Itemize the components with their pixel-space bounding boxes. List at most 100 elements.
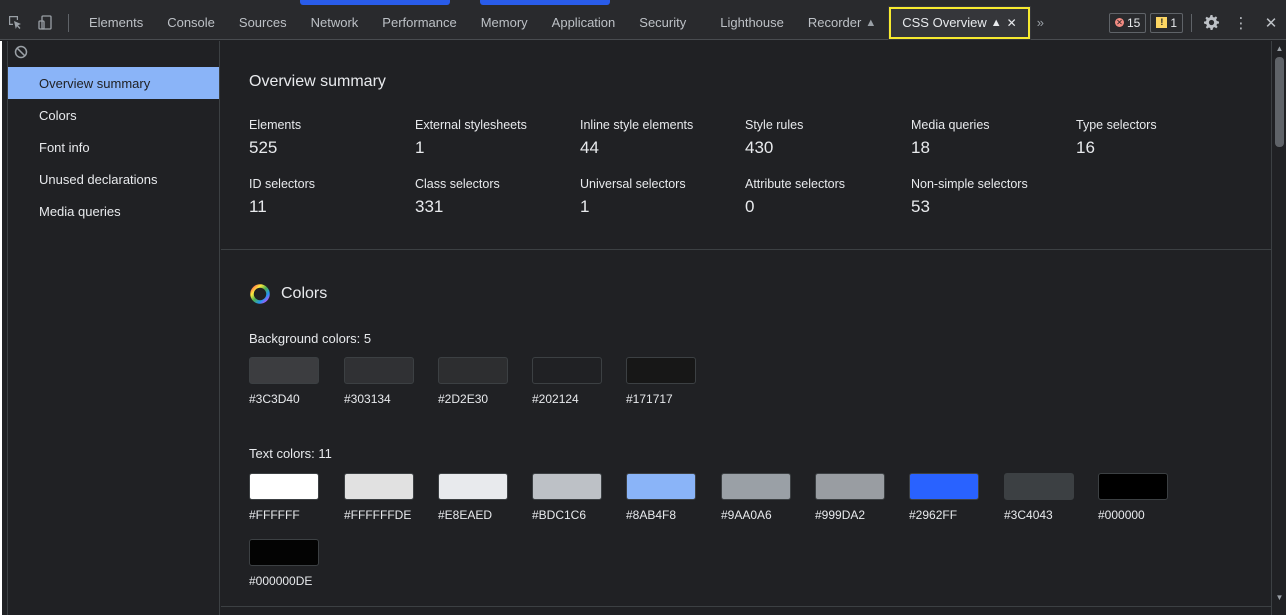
error-icon: ✕: [1114, 18, 1124, 27]
more-options-icon[interactable]: ⋮: [1226, 6, 1256, 40]
tab-recorder[interactable]: Recorder ▲: [796, 6, 888, 40]
color-swatch[interactable]: #202124: [532, 357, 602, 406]
stat-label: External stylesheets: [415, 118, 527, 132]
swatch-hex: #000000DE: [249, 574, 313, 588]
css-overview-main: Overview summary Elements 525 External st…: [221, 41, 1271, 615]
stat-label: Inline style elements: [580, 118, 694, 132]
color-swatch[interactable]: #000000: [1098, 473, 1168, 522]
swatch-box: [721, 473, 791, 500]
tab-security[interactable]: Security: [627, 6, 708, 40]
sidebar-nav: Overview summary Colors Font info Unused…: [8, 67, 219, 227]
stat-type-selectors: Type selectors 16: [1076, 118, 1241, 158]
swatch-hex: #3C3D40: [249, 392, 300, 406]
color-swatch[interactable]: #8AB4F8: [626, 473, 696, 522]
errors-badge[interactable]: ✕ 15: [1108, 12, 1147, 33]
tab-lighthouse[interactable]: Lighthouse: [708, 6, 796, 40]
swatch-hex: #8AB4F8: [626, 508, 677, 522]
swatch-box: [249, 473, 319, 500]
top-strip-highlight: [480, 0, 610, 5]
swatch-box: [532, 357, 602, 384]
warning-icon: !: [1156, 17, 1168, 28]
stat-attribute-selectors: Attribute selectors 0: [745, 177, 910, 217]
swatch-box: [532, 473, 602, 500]
color-swatch[interactable]: #2962FF: [909, 473, 979, 522]
sidebar-item-colors[interactable]: Colors: [8, 99, 219, 131]
clear-overview-icon[interactable]: [14, 45, 28, 59]
tab-application[interactable]: Application: [540, 6, 628, 40]
scrollbar-thumb[interactable]: [1275, 57, 1284, 147]
swatch-hex: #000000: [1098, 508, 1145, 522]
tab-performance[interactable]: Performance: [370, 6, 468, 40]
color-swatch[interactable]: #BDC1C6: [532, 473, 602, 522]
warnings-badge[interactable]: ! 1: [1150, 12, 1183, 33]
tab-sources[interactable]: Sources: [227, 6, 299, 40]
stat-non-simple-selectors: Non-simple selectors 53: [911, 177, 1076, 217]
stat-label: ID selectors: [249, 177, 315, 191]
section-divider: [221, 249, 1271, 250]
inspect-element-icon[interactable]: [0, 6, 30, 40]
more-tabs-icon[interactable]: »: [1031, 15, 1050, 30]
settings-gear-icon[interactable]: [1196, 6, 1226, 40]
experiment-flask-icon: ▲: [865, 16, 877, 29]
experiment-flask-icon: ▲: [990, 16, 1002, 29]
tab-elements[interactable]: Elements: [77, 6, 155, 40]
stat-value: 11: [249, 197, 267, 216]
stat-universal-selectors: Universal selectors 1: [580, 177, 745, 217]
stat-value: 53: [911, 197, 930, 216]
sidebar-item-font-info[interactable]: Font info: [8, 131, 219, 163]
color-swatch[interactable]: #2D2E30: [438, 357, 508, 406]
scroll-up-icon[interactable]: ▲: [1275, 44, 1284, 53]
swatch-box: [626, 473, 696, 500]
colors-section-title: Colors: [281, 285, 328, 302]
text-colors-title: Text colors: 11: [249, 446, 332, 461]
stat-label: Attribute selectors: [745, 177, 846, 191]
color-swatch[interactable]: #FFFFFF: [249, 473, 319, 522]
swatch-box: [438, 357, 508, 384]
scroll-down-icon[interactable]: ▼: [1275, 593, 1284, 602]
stat-style-rules: Style rules 430: [745, 118, 910, 158]
tab-network[interactable]: Network: [299, 6, 371, 40]
color-swatch[interactable]: #3C4043: [1004, 473, 1074, 522]
swatch-box: [1004, 473, 1074, 500]
tab-memory[interactable]: Memory: [469, 6, 540, 40]
tab-css-overview[interactable]: CSS Overview ▲ ✕: [888, 5, 1031, 40]
swatch-hex: #2962FF: [909, 508, 958, 522]
swatch-box: [909, 473, 979, 500]
sidebar-item-label: Overview summary: [39, 75, 151, 91]
sidebar-item-media-queries[interactable]: Media queries: [8, 195, 219, 227]
swatch-box: [249, 357, 319, 384]
color-swatch[interactable]: #999DA2: [815, 473, 885, 522]
color-swatch[interactable]: #171717: [626, 357, 696, 406]
stat-value: 331: [415, 197, 444, 216]
background-colors-title: Background colors: 5: [249, 331, 372, 346]
color-swatch[interactable]: #E8EAED: [438, 473, 508, 522]
errors-count: 15: [1126, 15, 1141, 30]
color-swatch[interactable]: #000000DE: [249, 539, 319, 588]
swatch-hex: #202124: [532, 392, 579, 406]
color-swatch[interactable]: #9AA0A6: [721, 473, 791, 522]
tab-label: Network: [310, 15, 359, 30]
sidebar-item-overview-summary[interactable]: Overview summary: [8, 67, 219, 99]
color-swatch[interactable]: #3C3D40: [249, 357, 319, 406]
color-swatch[interactable]: #FFFFFFDE: [344, 473, 414, 522]
window-left-edge: [0, 41, 2, 615]
stat-value: 0: [745, 197, 755, 216]
vertical-scrollbar[interactable]: ▲ ▼: [1271, 41, 1286, 615]
close-tab-icon[interactable]: ✕: [1007, 16, 1017, 30]
color-swatch[interactable]: #303134: [344, 357, 414, 406]
stat-label: Media queries: [911, 118, 990, 132]
sidebar-item-label: Media queries: [39, 203, 121, 219]
sidebar-item-unused-declarations[interactable]: Unused declarations: [8, 163, 219, 195]
swatch-box: [344, 473, 414, 500]
close-devtools-icon[interactable]: ✕: [1256, 6, 1286, 40]
tab-label: Lighthouse: [720, 15, 784, 30]
device-toolbar-icon[interactable]: [30, 6, 60, 40]
css-overview-sidebar: Overview summary Colors Font info Unused…: [0, 41, 220, 615]
stat-inline-style-elements: Inline style elements 44: [580, 118, 745, 158]
swatch-box: [815, 473, 885, 500]
tab-console[interactable]: Console: [155, 6, 227, 40]
stat-value: 1: [415, 138, 425, 157]
tab-label: Performance: [382, 15, 457, 30]
section-divider: [221, 606, 1271, 607]
stat-media-queries: Media queries 18: [911, 118, 1076, 158]
